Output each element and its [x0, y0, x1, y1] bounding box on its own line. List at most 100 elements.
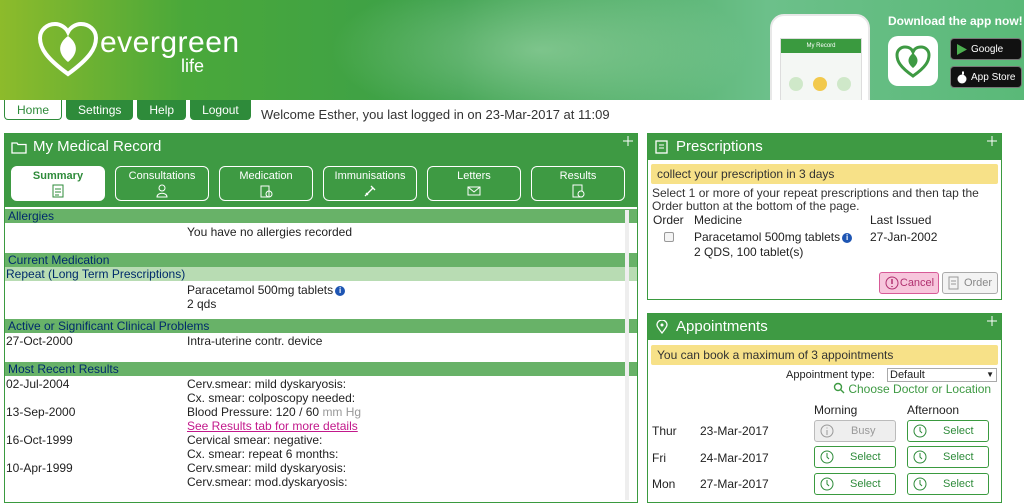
nav-settings-tab[interactable]: Settings: [66, 100, 134, 120]
allergies-text: You have no allergies recorded: [187, 225, 353, 239]
order-button[interactable]: Order: [942, 272, 998, 294]
result-row: Cerv.smear: mod.dyskaryosis:: [5, 475, 637, 489]
tab-letters-label: Letters: [457, 170, 491, 182]
prescription-instructions: Select 1 or more of your repeat prescrip…: [652, 186, 979, 213]
tab-results[interactable]: Results: [531, 166, 625, 201]
tab-summary[interactable]: Summary: [11, 166, 105, 201]
order-label: Order: [963, 277, 993, 289]
result-row: Cx. smear: colposcopy needed:: [5, 391, 637, 405]
choose-doctor-label: Choose Doctor or Location: [848, 382, 992, 396]
apple-icon: [957, 71, 967, 84]
result-row: 13-Sep-2000 Blood Pressure: 120 / 60 mm …: [5, 405, 637, 419]
result-row: Cx. smear: repeat 6 months:: [5, 447, 637, 461]
scrollbar[interactable]: [625, 210, 629, 500]
medical-record-panel: My Medical Record Summary Consultations …: [4, 133, 638, 503]
medication-dose-row: 2 qds: [5, 297, 637, 311]
select-morning-button[interactable]: Select: [814, 446, 896, 468]
select-afternoon-button[interactable]: Select: [907, 446, 989, 468]
evergreen-heart-logo-icon: [38, 22, 98, 77]
result-unit: mm Hg: [322, 405, 362, 419]
result-text: Cervical smear: negative:: [187, 433, 323, 447]
result-text: Cx. smear: colposcopy needed:: [187, 391, 356, 405]
tab-letters[interactable]: Letters: [427, 166, 521, 201]
summary-doc-icon: [52, 184, 64, 198]
appt-date: 23-Mar-2017: [700, 424, 769, 438]
tab-consultations[interactable]: Consultations: [115, 166, 209, 201]
result-text: Cx. smear: repeat 6 months:: [187, 447, 339, 461]
welcome-message: Welcome Esther, you last logged in on 23…: [261, 107, 610, 122]
select-label: Select: [943, 425, 974, 437]
app-store-label: App Store: [971, 72, 1016, 83]
result-date: 10-Apr-1999: [6, 461, 73, 475]
cancel-button[interactable]: Cancel: [879, 272, 939, 294]
app-phone-image: My Record: [770, 14, 870, 100]
order-doc-icon: [948, 276, 959, 290]
allergies-row: You have no allergies recorded: [5, 225, 637, 239]
main-nav: Home Settings Help Logout: [4, 100, 251, 120]
app-heart-icon: [895, 45, 931, 78]
select-afternoon-button[interactable]: Select: [907, 420, 989, 442]
appt-day: Thur: [652, 424, 677, 438]
search-icon: [833, 382, 845, 394]
medical-record-header: My Medical Record: [5, 134, 637, 160]
nav-help-tab[interactable]: Help: [137, 100, 187, 120]
nav-logout-tab[interactable]: Logout: [190, 100, 251, 120]
result-date: 16-Oct-1999: [6, 433, 73, 447]
move-handle-icon[interactable]: [987, 316, 997, 326]
info-icon[interactable]: i: [842, 233, 853, 243]
select-afternoon-button[interactable]: Select: [907, 473, 989, 495]
see-results-link[interactable]: See Results tab for more details: [187, 419, 358, 433]
move-handle-icon[interactable]: [623, 136, 633, 146]
prescription-drug-row: Paracetamol 500mg tablets i: [694, 230, 853, 244]
cancel-label: Cancel: [899, 277, 935, 289]
brand-sub: life: [181, 56, 205, 76]
medical-record-title: My Medical Record: [33, 138, 162, 155]
tab-immunisations[interactable]: Immunisations: [323, 166, 417, 201]
problems-heading: Active or Significant Clinical Problems: [5, 319, 637, 333]
choose-doctor-link[interactable]: Choose Doctor or Location: [833, 382, 991, 396]
info-icon[interactable]: i: [335, 286, 346, 296]
nav-home-tab[interactable]: Home: [4, 100, 63, 120]
folder-icon: [11, 142, 27, 154]
tab-medication-label: Medication: [239, 170, 293, 182]
problem-text: Intra-uterine contr. device: [187, 334, 323, 348]
result-text: Cerv.smear: mild dyskaryosis:: [187, 461, 347, 475]
appointment-type-select[interactable]: Default ▼: [887, 368, 997, 382]
chevron-down-icon: ▼: [986, 370, 994, 379]
exclamation-icon: [885, 276, 899, 290]
record-tabs: Summary Consultations Medication Immunis…: [5, 160, 637, 207]
result-text: Cerv.smear: mild dyskaryosis:: [187, 377, 347, 391]
app-store-button[interactable]: App Store: [950, 66, 1022, 88]
select-label: Select: [850, 478, 881, 490]
download-app-text: Download the app now!: [888, 14, 1023, 28]
result-row: 16-Oct-1999 Cervical smear: negative:: [5, 433, 637, 447]
move-handle-icon[interactable]: [987, 136, 997, 146]
col-last-issued: Last Issued: [870, 213, 932, 227]
clock-check-icon: [820, 450, 834, 464]
result-date: 13-Sep-2000: [6, 405, 76, 419]
google-play-button[interactable]: Google play: [950, 38, 1022, 77]
select-label: Select: [943, 478, 974, 490]
appointment-notice: You can book a maximum of 3 appointments: [651, 345, 998, 365]
appt-date: 24-Mar-2017: [700, 451, 769, 465]
tab-immunisations-label: Immunisations: [334, 170, 406, 182]
site-header: evergreen life My Record Download the ap…: [0, 0, 1024, 100]
clock-check-icon: [913, 450, 927, 464]
select-morning-button[interactable]: Select: [814, 473, 896, 495]
tab-results-label: Results: [559, 170, 597, 182]
app-icon: [888, 36, 938, 86]
tab-medication[interactable]: Medication: [219, 166, 313, 201]
result-date: 02-Jul-2004: [6, 377, 70, 391]
medication-drug: Paracetamol 500mg tablets: [187, 283, 334, 297]
problem-date: 27-Oct-2000: [6, 334, 73, 348]
order-checkbox[interactable]: [664, 232, 674, 242]
prescription-last-issued: 27-Jan-2002: [870, 230, 938, 244]
col-afternoon: Afternoon: [907, 403, 960, 417]
medication-icon: [260, 185, 273, 198]
appointment-type-value: Default: [890, 369, 925, 381]
tab-summary-label: Summary: [32, 170, 84, 182]
appointments-header: Appointments: [648, 314, 1001, 340]
syringe-icon: [364, 185, 376, 197]
envelope-icon: [467, 186, 481, 196]
select-label: Select: [943, 451, 974, 463]
